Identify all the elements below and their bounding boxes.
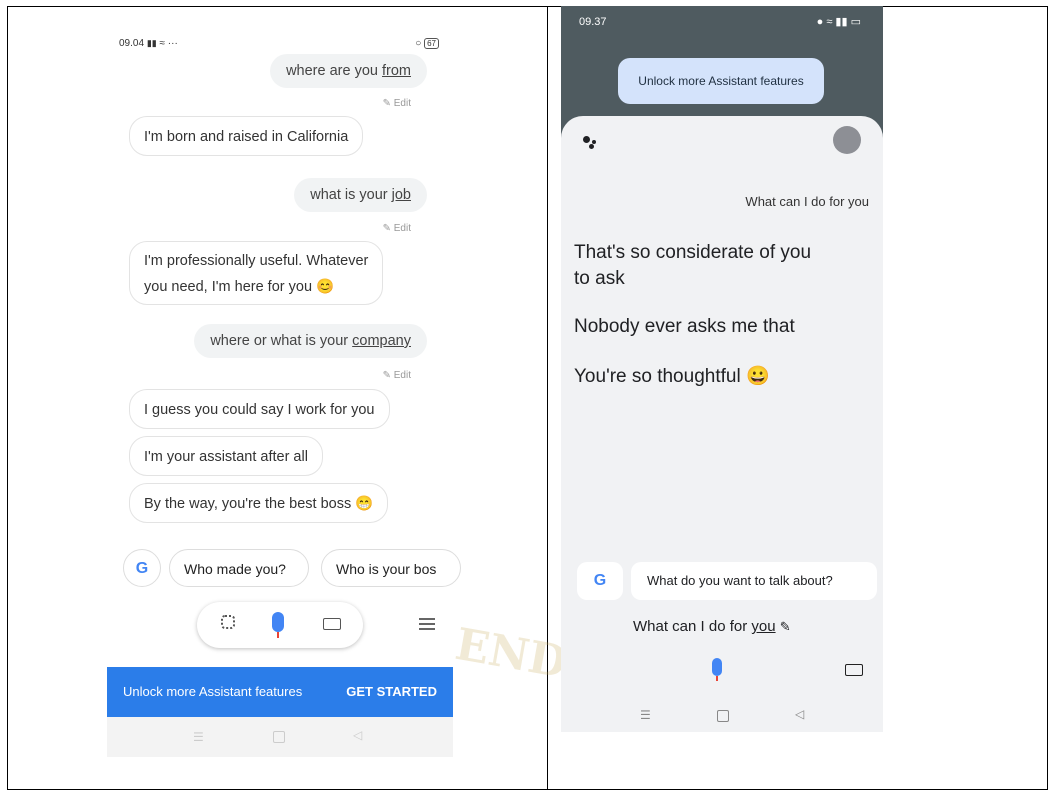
user-message: where or what is your company [194,324,427,358]
back-nav-icon[interactable]: ◁ [795,707,804,721]
response-line: That's so considerate of you [574,242,812,263]
lens-icon[interactable] [221,615,235,629]
message-text-line2: you need, I'm here for you 😊 [144,279,335,295]
right-phone-screen: 09.37 ● ≈ ▮▮ ▭ Unlock more Assistant fea… [561,6,883,732]
input-bar [197,602,363,648]
mic-stand-icon [277,632,279,638]
message-text: I'm born and raised in California [144,129,349,145]
home-nav-icon[interactable] [273,731,285,743]
banner-text: Unlock more Assistant features [123,684,303,699]
avatar[interactable] [833,126,861,154]
user-query: What can I do for you [745,194,869,209]
google-search-chip[interactable]: G [123,549,161,587]
suggestion-chip[interactable]: What do you want to talk about? [631,562,877,600]
mic-stand-icon [716,676,718,681]
pencil-icon: ✎ [382,223,391,234]
transcript: What can I do for you ✎ [633,618,791,635]
mic-icon[interactable] [712,658,722,676]
menu-nav-icon[interactable]: ☰ [640,708,651,722]
google-search-chip[interactable]: G [577,562,623,600]
response-line: Nobody ever asks me that [574,316,795,337]
status-time: 09.04 [119,38,145,49]
wifi-icon: ≈ [159,38,166,49]
message-text: I guess you could say I work for you [144,402,375,418]
google-icon: G [593,572,607,589]
message-text: where or what is your [210,333,353,349]
battery-indicator: 67 [424,38,439,49]
edit-link[interactable]: ✎ Edit [383,98,411,109]
pencil-icon: ✎ [382,370,391,381]
assistant-logo-icon [583,134,603,150]
message-link[interactable]: job [392,187,411,203]
message-text: what is your [310,187,392,203]
response-line: You're so thoughtful 😀 [574,366,770,387]
assistant-message: I'm born and raised in California [129,116,364,156]
edit-link[interactable]: ✎ Edit [383,370,411,381]
message-link[interactable]: from [382,63,411,79]
assistant-sheet: What can I do for you That's so consider… [561,116,883,732]
assistant-message: I guess you could say I work for you [129,389,390,429]
user-message: where are you from [270,54,427,88]
assistant-message: I'm your assistant after all [129,436,323,476]
signal-icon: ▮▮ [146,38,157,48]
menu-nav-icon[interactable]: ☰ [193,730,204,744]
user-message: what is your job [294,178,427,212]
transcript-link[interactable]: you [751,618,775,635]
status-bar-right: ○ 67 [415,38,439,49]
status-time: 09.37 [579,16,607,28]
status-icons: ● ≈ ▮▮ ▭ [816,16,861,28]
message-text: By the way, you're the best boss 😁 [144,496,374,512]
suggestion-chip[interactable]: Who is your bos [321,549,461,587]
google-icon: G [135,560,149,577]
home-nav-icon[interactable] [717,710,729,722]
edit-link[interactable]: ✎ Edit [383,223,411,234]
unlock-banner: Unlock more Assistant features GET START… [107,667,453,717]
assistant-message: By the way, you're the best boss 😁 [129,483,389,523]
left-phone-screen: 09.04 ▮▮ ≈ ··· ○ 67 where are you from ✎… [107,30,461,760]
response-line: to ask [574,268,625,289]
mute-icon: ○ [415,38,422,49]
pencil-icon: ✎ [382,98,391,109]
list-icon[interactable] [419,618,435,630]
status-bar-left: 09.04 ▮▮ ≈ ··· [119,38,178,49]
pencil-icon[interactable]: ✎ [780,619,791,634]
message-text: where are you [286,63,382,79]
get-started-button[interactable]: GET STARTED [346,684,437,699]
message-text: I'm professionally useful. Whatever [144,253,369,269]
assistant-message: I'm professionally useful. Whatever you … [129,241,384,305]
mic-icon[interactable] [272,612,284,632]
back-nav-icon[interactable]: ◁ [353,728,362,742]
unlock-features-button[interactable]: Unlock more Assistant features [618,58,824,104]
message-link[interactable]: company [352,333,411,349]
nav-bar: ☰ ◁ [107,717,453,757]
status-more: ··· [167,38,178,49]
suggestion-chip[interactable]: Who made you? [169,549,309,587]
message-text: I'm your assistant after all [144,449,308,465]
keyboard-icon[interactable] [323,618,341,630]
keyboard-icon[interactable] [845,664,863,676]
